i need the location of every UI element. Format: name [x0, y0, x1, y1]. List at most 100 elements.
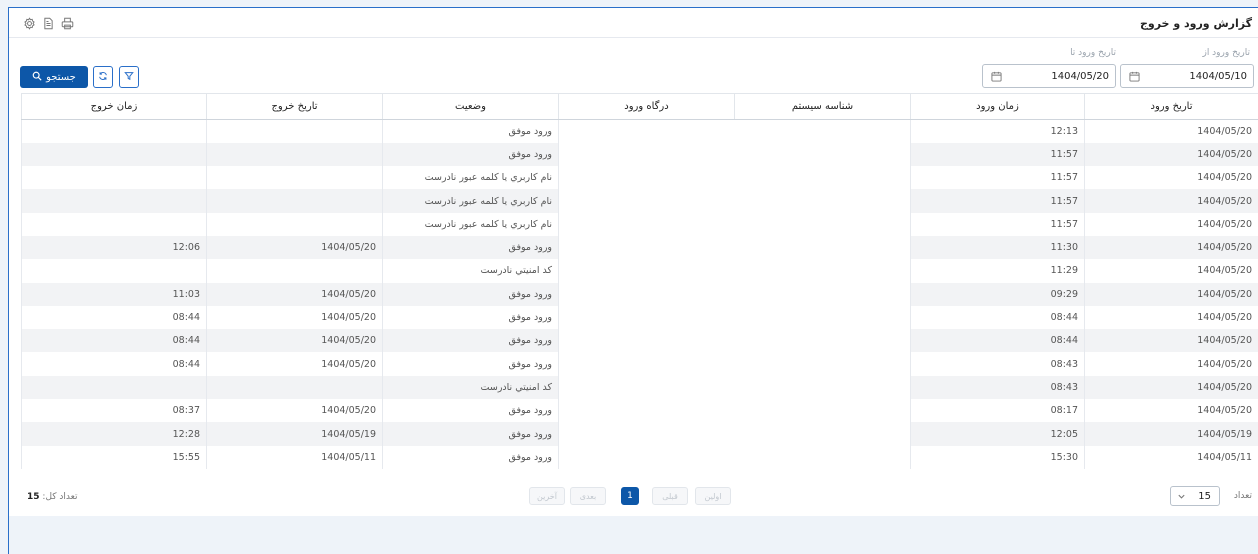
calendar-icon[interactable]	[1129, 71, 1140, 82]
table-row[interactable]: 1404/05/20 08:44 ورود موفق 1404/05/20 08:44	[21, 329, 1258, 353]
search-icon	[32, 71, 42, 84]
cell-status: نام کاربري يا کلمه عبور نادرست	[382, 166, 559, 190]
table-row[interactable]: 1404/05/20 08:43 کد امنيتي نادرست	[21, 375, 1258, 400]
document-icon[interactable]	[42, 17, 55, 30]
col-entry-date[interactable]: تاریخ ورود	[1084, 93, 1258, 120]
cell-system-id	[734, 142, 911, 167]
cell-entry-date: 1404/05/20	[1084, 119, 1258, 143]
filter-icon	[124, 71, 134, 84]
cell-status: ورود موفق	[382, 352, 559, 376]
col-system-id[interactable]: شناسه سیستم	[734, 93, 911, 120]
cell-entry-date: 1404/05/20	[1084, 399, 1258, 423]
cell-entry-time: 11:57	[910, 212, 1085, 236]
to-date-label: تاریخ ورود تا	[1070, 48, 1116, 58]
cell-entry-time: 08:44	[910, 305, 1085, 330]
print-icon[interactable]	[61, 17, 74, 30]
cell-exit-time: 08:44	[21, 305, 207, 330]
cell-system-id	[734, 189, 911, 213]
cell-system-id	[734, 422, 911, 446]
cell-gateway	[558, 212, 735, 236]
refresh-button[interactable]	[93, 66, 113, 88]
page-size-select[interactable]: 15	[1170, 486, 1220, 506]
cell-status: ورود موفق	[382, 399, 559, 423]
table-row[interactable]: 1404/05/11 15:30 ورود موفق 1404/05/11 15:55	[21, 445, 1258, 469]
cell-gateway	[558, 235, 735, 260]
calendar-icon[interactable]	[991, 71, 1002, 82]
to-date-field[interactable]: 1404/05/20	[982, 64, 1116, 88]
cell-entry-time: 11:30	[910, 235, 1085, 260]
cell-system-id	[734, 352, 911, 376]
table-row[interactable]: 1404/05/20 11:57 نام کاربري يا کلمه عبور ن…	[21, 212, 1258, 236]
table-row[interactable]: 1404/05/20 09:29 ورود موفق 1404/05/20 11:03	[21, 282, 1258, 306]
table-row[interactable]: 1404/05/20 11:30 ورود موفق 1404/05/20 12:06	[21, 235, 1258, 260]
cell-status: کد امنيتي نادرست	[382, 259, 559, 283]
cell-system-id	[734, 119, 911, 143]
table-row[interactable]: 1404/05/20 08:43 ورود موفق 1404/05/20 08:44	[21, 352, 1258, 376]
panel-header: گزارش ورود و خروج	[9, 8, 1258, 38]
cell-status: ورود موفق	[382, 142, 559, 167]
cell-entry-date: 1404/05/20	[1084, 329, 1258, 353]
cell-gateway	[558, 189, 735, 213]
table-row[interactable]: 1404/05/20 11:57 نام کاربري يا کلمه عبور ن…	[21, 166, 1258, 190]
cell-entry-time: 08:43	[910, 375, 1085, 400]
table-row[interactable]: 1404/05/20 12:13 ورود موفق	[21, 119, 1258, 143]
col-exit-date[interactable]: تاریخ خروج	[206, 93, 383, 120]
first-page-button[interactable]: اولین	[695, 487, 731, 505]
cell-system-id	[734, 235, 911, 260]
cell-entry-time: 11:57	[910, 189, 1085, 213]
table-row[interactable]: 1404/05/20 11:57 ورود موفق	[21, 142, 1258, 167]
cell-status: ورود موفق	[382, 422, 559, 446]
cell-system-id	[734, 375, 911, 400]
cell-exit-time	[21, 212, 207, 236]
page-1-button[interactable]: 1	[621, 487, 639, 505]
cell-exit-date: 1404/05/20	[206, 235, 383, 260]
cell-system-id	[734, 399, 911, 423]
cell-system-id	[734, 282, 911, 306]
cell-exit-time: 12:28	[21, 422, 207, 446]
cell-entry-date: 1404/05/11	[1084, 445, 1258, 469]
cell-exit-date	[206, 375, 383, 400]
cell-entry-time: 15:30	[910, 445, 1085, 469]
last-page-button[interactable]: آخرین	[529, 487, 565, 505]
cell-entry-date: 1404/05/20	[1084, 259, 1258, 283]
cell-exit-date	[206, 259, 383, 283]
refresh-icon	[98, 71, 108, 84]
report-panel: گزارش ورود و خروج تاریخ ورود از 1404/05/…	[9, 8, 1258, 516]
app-window: گزارش ورود و خروج تاریخ ورود از 1404/05/…	[8, 7, 1258, 554]
cell-entry-time: 12:05	[910, 422, 1085, 446]
filter-button[interactable]	[119, 66, 139, 88]
from-date-value: 1404/05/10	[1189, 71, 1247, 82]
col-gateway[interactable]: درگاه ورود	[558, 93, 735, 120]
to-date-value: 1404/05/20	[1051, 71, 1109, 82]
cell-exit-time: 15:55	[21, 445, 207, 469]
cell-exit-time: 08:44	[21, 352, 207, 376]
cell-entry-time: 09:29	[910, 282, 1085, 306]
chevron-down-icon	[1177, 492, 1186, 501]
cell-exit-time: 08:37	[21, 399, 207, 423]
prev-page-button[interactable]: قبلی	[652, 487, 688, 505]
from-date-field[interactable]: 1404/05/10	[1120, 64, 1254, 88]
cell-entry-time: 11:29	[910, 259, 1085, 283]
cell-exit-date: 1404/05/20	[206, 352, 383, 376]
col-entry-time[interactable]: زمان ورود	[910, 93, 1085, 120]
cell-gateway	[558, 399, 735, 423]
cell-entry-date: 1404/05/20	[1084, 235, 1258, 260]
settings-icon[interactable]	[23, 17, 36, 30]
header-actions	[23, 17, 74, 30]
table-row[interactable]: 1404/05/20 11:29 کد امنيتي نادرست	[21, 259, 1258, 283]
table-header-row: تاریخ ورود زمان ورود شناسه سیستم درگاه و…	[21, 93, 1258, 120]
cell-system-id	[734, 212, 911, 236]
cell-gateway	[558, 375, 735, 400]
total-count: تعداد کل: 15	[27, 492, 77, 502]
table-row[interactable]: 1404/05/20 11:57 نام کاربري يا کلمه عبور ن…	[21, 189, 1258, 213]
col-exit-time[interactable]: زمان خروج	[21, 93, 207, 120]
cell-status: نام کاربري يا کلمه عبور نادرست	[382, 212, 559, 236]
table-row[interactable]: 1404/05/20 08:17 ورود موفق 1404/05/20 08:37	[21, 399, 1258, 423]
search-button[interactable]: جستجو	[20, 66, 88, 88]
next-page-button[interactable]: بعدی	[570, 487, 606, 505]
col-status[interactable]: وضعیت	[382, 93, 559, 120]
table-row[interactable]: 1404/05/19 12:05 ورود موفق 1404/05/19 12:28	[21, 422, 1258, 446]
table-row[interactable]: 1404/05/20 08:44 ورود موفق 1404/05/20 08:44	[21, 305, 1258, 330]
cell-system-id	[734, 329, 911, 353]
cell-gateway	[558, 166, 735, 190]
